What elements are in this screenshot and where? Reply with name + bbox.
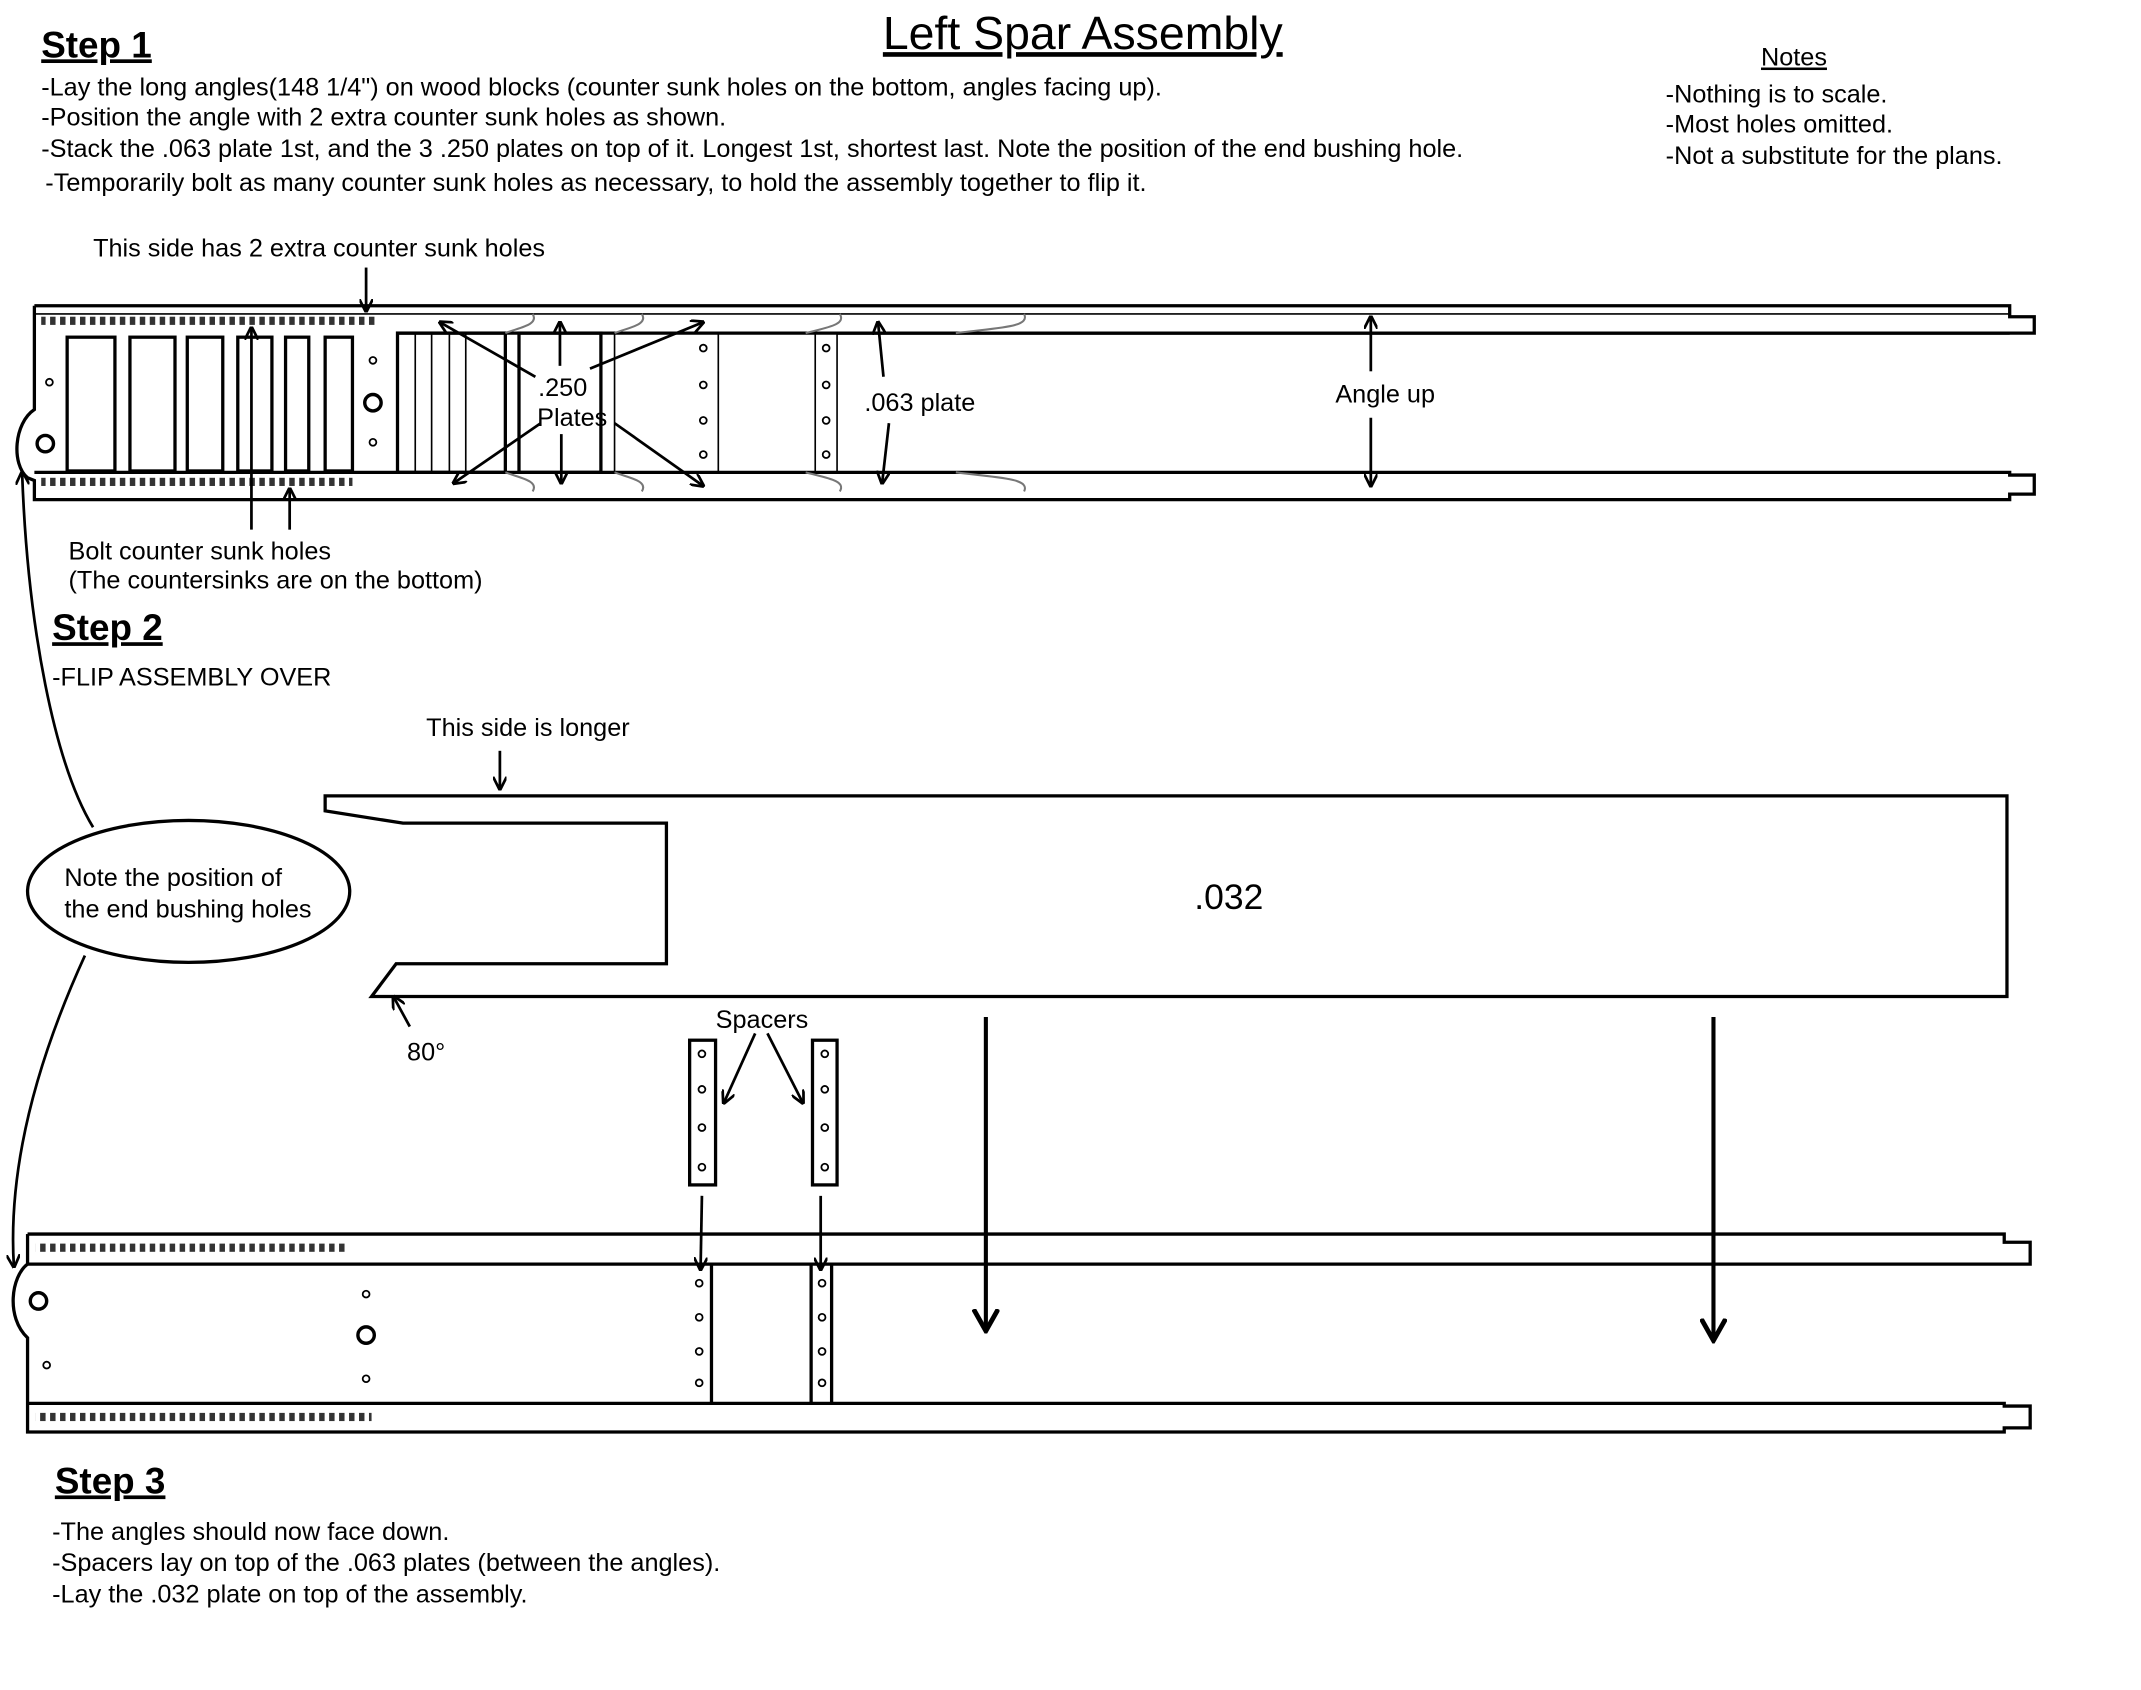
step2-line: -FLIP ASSEMBLY OVER	[52, 663, 331, 691]
step1-spar: This side has 2 extra counter sunk holes…	[15, 235, 2036, 594]
bushing-hole	[35, 433, 56, 454]
step1-line: -Position the angle with 2 extra counter…	[41, 104, 726, 132]
spacer	[810, 1038, 839, 1187]
notes-heading: Notes	[1761, 44, 1827, 72]
spacer	[687, 1038, 718, 1187]
label-250: .250	[538, 374, 587, 402]
countersunk-holes	[35, 1243, 347, 1252]
step3-line: -Lay the .032 plate on top of the assemb…	[52, 1581, 527, 1609]
angle-80-label: 80°	[407, 1039, 445, 1067]
step1-line: -Temporarily bolt as many counter sunk h…	[45, 169, 1146, 197]
step3-line: -Spacers lay on top of the .063 plates (…	[52, 1549, 720, 1577]
label-plates: Plates	[537, 404, 607, 432]
countersunk-holes	[41, 477, 353, 486]
countersunk-holes	[41, 316, 376, 325]
plate-032	[323, 794, 2009, 999]
extra-holes-callout: This side has 2 extra counter sunk holes	[93, 235, 545, 263]
step3-heading: Step 3	[55, 1460, 166, 1501]
notes-line: -Most holes omitted.	[1666, 110, 1893, 138]
bubble-text: Note the position of	[64, 864, 283, 892]
step3-line: -The angles should now face down.	[52, 1518, 449, 1546]
spacers-label: Spacers	[716, 1006, 809, 1034]
step2-heading: Step 2	[52, 607, 163, 648]
longer-side-label: This side is longer	[426, 714, 630, 742]
notes-line: -Not a substitute for the plans.	[1666, 142, 2003, 170]
bolt-sublabel: (The countersinks are on the bottom)	[69, 566, 483, 594]
plate-032-label: .032	[1194, 877, 1263, 917]
bushing-hole	[28, 1291, 49, 1311]
bushing-hole	[363, 392, 383, 413]
step3-spar	[11, 1232, 2032, 1434]
step1-line: -Lay the long angles(148 1/4") on wood b…	[41, 74, 1162, 102]
bubble-text: the end bushing holes	[64, 895, 311, 923]
spar-assembly-diagram: Left Spar Assembly Step 1 -Lay the long …	[0, 7, 2036, 1609]
curved-arrow	[13, 955, 87, 1267]
step1-line: -Stack the .063 plate 1st, and the 3 .25…	[41, 135, 1463, 163]
bushing-hole	[356, 1325, 377, 1345]
label-063-plate: .063 plate	[864, 389, 975, 417]
bolt-label: Bolt counter sunk holes	[69, 538, 331, 566]
page-title: Left Spar Assembly	[883, 7, 1284, 59]
curved-arrow	[22, 472, 95, 828]
countersunk-holes	[35, 1412, 372, 1422]
label-angle-up: Angle up	[1335, 381, 1435, 409]
step1-heading: Step 1	[41, 24, 152, 65]
notes-line: -Nothing is to scale.	[1666, 80, 1888, 108]
